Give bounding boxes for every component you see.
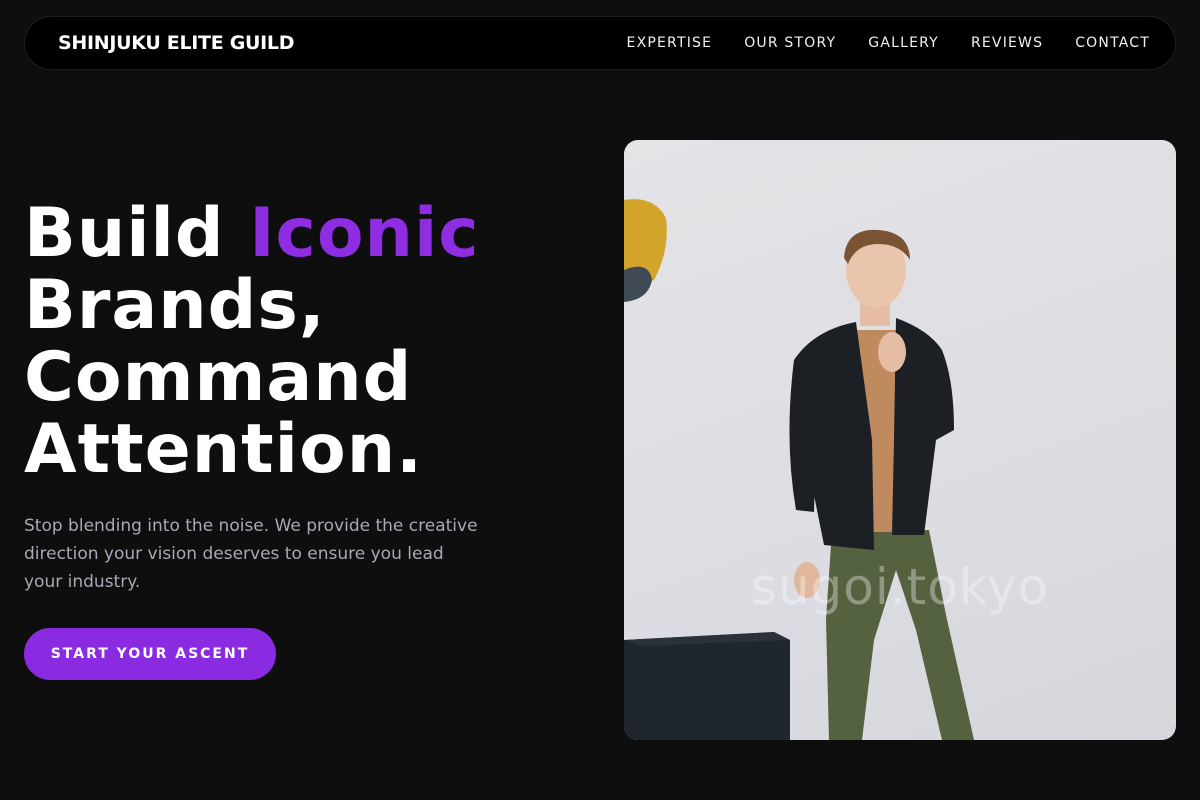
top-nav: SHINJUKU ELITE GUILD EXPERTISE OUR STORY… bbox=[24, 16, 1176, 70]
headline-word-build: Build bbox=[24, 194, 250, 273]
hat-band-shape bbox=[624, 266, 652, 302]
raised-hand bbox=[878, 332, 906, 372]
headline-line-4: Attention. bbox=[24, 410, 423, 489]
nav-link-our-story[interactable]: OUR STORY bbox=[744, 35, 836, 51]
page: SHINJUKU ELITE GUILD EXPERTISE OUR STORY… bbox=[0, 0, 1200, 800]
hero-image: sugoi.tokyo bbox=[624, 140, 1176, 740]
hero-headline: Build Iconic Brands, Command Attention. bbox=[24, 198, 480, 486]
dark-box-front bbox=[624, 632, 790, 740]
headline-accent-word: Iconic bbox=[249, 194, 480, 273]
nav-link-contact[interactable]: CONTACT bbox=[1075, 35, 1150, 51]
nav-link-expertise[interactable]: EXPERTISE bbox=[627, 35, 713, 51]
hero-photo-illustration bbox=[624, 199, 974, 740]
brand-logo[interactable]: SHINJUKU ELITE GUILD bbox=[58, 32, 294, 54]
hero-subtext: Stop blending into the noise. We provide… bbox=[24, 516, 478, 592]
headline-line-3: Command bbox=[24, 338, 413, 417]
nav-links: EXPERTISE OUR STORY GALLERY REVIEWS CONT… bbox=[627, 35, 1150, 51]
headline-line-2: Brands, bbox=[24, 266, 326, 345]
nav-link-reviews[interactable]: REVIEWS bbox=[971, 35, 1043, 51]
nav-link-gallery[interactable]: GALLERY bbox=[868, 35, 939, 51]
start-ascent-button[interactable]: START YOUR ASCENT bbox=[24, 628, 276, 680]
image-watermark: sugoi.tokyo bbox=[750, 558, 1050, 616]
